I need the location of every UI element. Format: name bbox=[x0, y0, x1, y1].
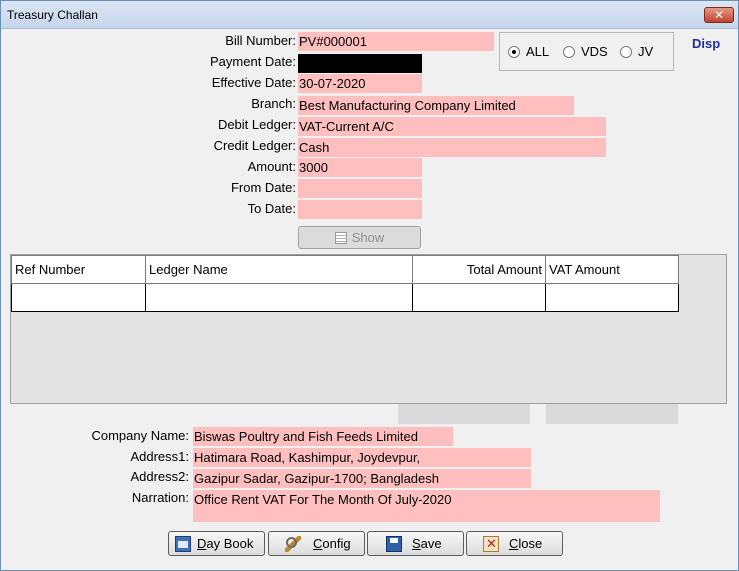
company-name-field[interactable]: Biswas Poultry and Fish Feeds Limited bbox=[193, 427, 453, 446]
cell-total-amount[interactable] bbox=[413, 284, 546, 312]
column-ref-number[interactable]: Ref Number bbox=[11, 255, 146, 284]
radio-vds-label: VDS bbox=[581, 44, 608, 59]
wrench-icon bbox=[285, 535, 301, 552]
effective-date-label: Effective Date: bbox=[211, 75, 296, 90]
to-date-label: To Date: bbox=[247, 201, 296, 216]
table-row[interactable] bbox=[11, 284, 679, 312]
total-amount-summary bbox=[398, 404, 530, 424]
window-title: Treasury Challan bbox=[7, 8, 98, 22]
from-date-label: From Date: bbox=[230, 180, 296, 195]
window-close-button[interactable]: ✕ bbox=[704, 7, 734, 23]
radio-jv[interactable]: JV bbox=[620, 44, 653, 59]
radio-jv-label: JV bbox=[638, 44, 654, 59]
address1-label: Address1: bbox=[130, 449, 189, 464]
save-disk-icon bbox=[386, 535, 402, 552]
narration-field[interactable]: Office Rent VAT For The Month Of July-20… bbox=[193, 490, 660, 522]
from-date-field[interactable] bbox=[298, 179, 422, 198]
filter-radio-group: ALL VDS JV bbox=[499, 32, 674, 71]
radio-all-label: ALL bbox=[526, 44, 550, 59]
bill-number-label: Bill Number: bbox=[225, 33, 296, 48]
radio-all-dot bbox=[508, 45, 520, 58]
show-button-label: Show bbox=[351, 230, 385, 245]
branch-label: Branch: bbox=[251, 96, 296, 111]
save-button[interactable]: Save bbox=[367, 531, 464, 556]
credit-ledger-field[interactable]: Cash bbox=[298, 138, 606, 157]
payment-date-label: Payment Date: bbox=[210, 54, 296, 69]
column-total-amount[interactable]: Total Amount bbox=[413, 255, 546, 284]
show-button[interactable]: Show bbox=[298, 226, 421, 249]
cell-vat-amount[interactable] bbox=[546, 284, 679, 312]
branch-field[interactable]: Best Manufacturing Company Limited bbox=[298, 96, 574, 115]
radio-jv-dot bbox=[620, 45, 632, 58]
bill-number-field[interactable]: PV#000001 bbox=[298, 32, 494, 51]
to-date-field[interactable] bbox=[298, 200, 422, 219]
close-button[interactable]: Close bbox=[466, 531, 563, 556]
save-label: Save bbox=[412, 536, 442, 551]
day-book-label: Day Book bbox=[197, 536, 254, 551]
cell-ledger-name[interactable] bbox=[146, 284, 413, 312]
close-label: Close bbox=[509, 536, 543, 551]
address2-field[interactable]: Gazipur Sadar, Gazipur-1700; Bangladesh bbox=[193, 469, 531, 488]
radio-vds-dot bbox=[563, 45, 575, 58]
day-book-button[interactable]: Day Book bbox=[168, 531, 265, 556]
close-icon bbox=[483, 535, 499, 552]
address1-field[interactable]: Hatimara Road, Kashimpur, Joydevpur, bbox=[193, 448, 531, 467]
cell-ref-number[interactable] bbox=[11, 284, 146, 312]
address2-label: Address2: bbox=[130, 469, 189, 484]
grid-header: Ref Number Ledger Name Total Amount VAT … bbox=[11, 255, 679, 284]
grid-icon bbox=[334, 231, 347, 244]
amount-label: Amount: bbox=[247, 159, 296, 174]
radio-all[interactable]: ALL bbox=[508, 44, 549, 59]
vat-amount-summary bbox=[546, 404, 678, 424]
config-button[interactable]: Config bbox=[268, 531, 365, 556]
treasury-challan-window: Treasury Challan ✕ Bill Number: Payment … bbox=[0, 0, 739, 571]
radio-vds[interactable]: VDS bbox=[563, 44, 608, 59]
amount-field[interactable]: 3000 bbox=[298, 158, 422, 177]
debit-ledger-label: Debit Ledger: bbox=[217, 117, 296, 132]
config-label: Config bbox=[313, 536, 351, 551]
payment-date-selected-text: 10082020 bbox=[300, 56, 358, 71]
column-ledger-name[interactable]: Ledger Name bbox=[146, 255, 413, 284]
company-name-label: Company Name: bbox=[91, 428, 189, 443]
column-vat-amount[interactable]: VAT Amount bbox=[546, 255, 679, 284]
credit-ledger-label: Credit Ledger: bbox=[213, 138, 296, 153]
title-bar: Treasury Challan ✕ bbox=[1, 1, 738, 29]
details-grid: Ref Number Ledger Name Total Amount VAT … bbox=[10, 254, 727, 404]
debit-ledger-field[interactable]: VAT-Current A/C bbox=[298, 117, 606, 136]
day-book-icon bbox=[175, 535, 191, 552]
payment-date-field[interactable]: 10082020 bbox=[298, 54, 422, 73]
narration-label: Narration: bbox=[131, 490, 189, 505]
effective-date-field[interactable]: 30-07-2020 bbox=[298, 74, 422, 93]
disp-link[interactable]: Disp bbox=[692, 36, 720, 51]
